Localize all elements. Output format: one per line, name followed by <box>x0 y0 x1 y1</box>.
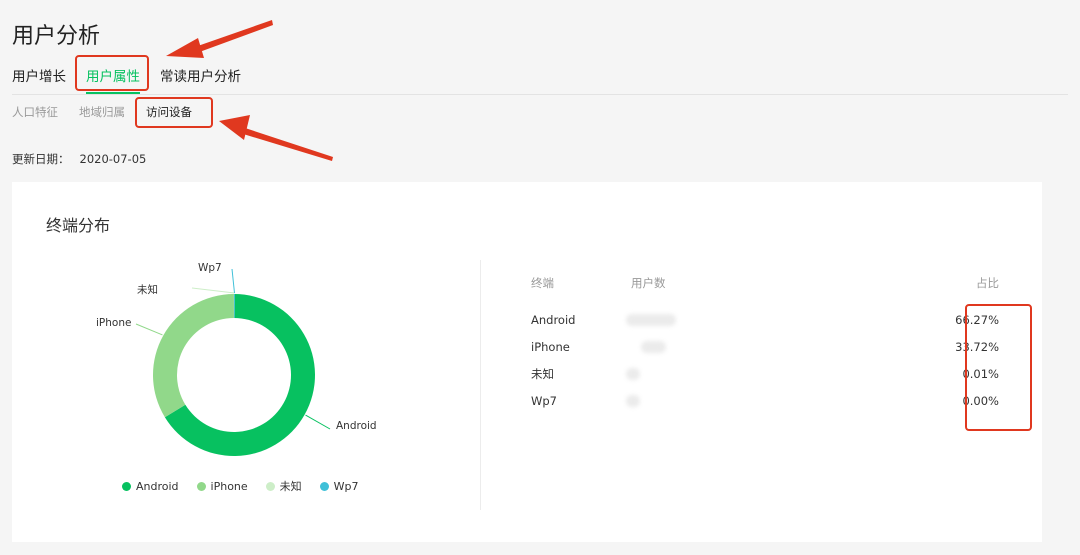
update-date-row: 更新日期： 2020-07-05 <box>12 151 146 167</box>
legend-item-unknown[interactable]: 未知 <box>265 478 302 494</box>
legend-item-android[interactable]: Android <box>122 480 179 493</box>
callout-label-iphone: iPhone <box>96 317 131 329</box>
card-divider <box>480 260 481 510</box>
annotation-arrow-1 <box>166 20 273 58</box>
callout-line-unknown <box>191 287 235 294</box>
legend-dot-iphone <box>196 481 206 491</box>
annotation-box-attributes <box>75 55 149 91</box>
update-date-value: 2020-07-05 <box>79 152 147 166</box>
header-terminal: 终端 <box>531 276 554 290</box>
callout-label-wp7: Wp7 <box>198 262 222 274</box>
legend-item-iphone[interactable]: iPhone <box>196 479 248 493</box>
legend-dot-android <box>122 481 131 491</box>
table-row: iPhone 33.72% <box>531 337 1021 357</box>
terminal-distribution-card: 终端分布 Android iPhone 未知 Wp7 Android iPhone 未… <box>12 182 1042 542</box>
header-share: 占比 <box>976 276 999 290</box>
tabs-divider <box>12 94 1068 95</box>
row-terminal: Wp7 <box>531 394 557 408</box>
row-terminal: iPhone <box>531 340 570 354</box>
row-users-redacted <box>626 314 676 326</box>
row-terminal: Android <box>531 313 576 327</box>
row-users-redacted <box>641 341 666 353</box>
header-users: 用户数 <box>631 276 666 290</box>
legend-dot-unknown <box>265 481 275 491</box>
legend-label-unknown: 未知 <box>279 480 302 493</box>
legend-dot-wp7 <box>319 481 329 491</box>
legend-label-wp7: Wp7 <box>333 479 359 493</box>
tab-frequent-readers[interactable]: 常读用户分析 <box>160 66 241 88</box>
row-terminal: 未知 <box>531 367 554 381</box>
legend-label-iphone: iPhone <box>210 479 248 493</box>
callout-label-unknown: 未知 <box>137 283 158 296</box>
callout-label-android: Android <box>336 420 377 432</box>
table-row: Wp7 0.00% <box>531 391 1021 411</box>
annotation-arrow-2 <box>219 115 333 161</box>
callout-line-android <box>305 414 331 430</box>
donut-callouts: Android iPhone 未知 Wp7 <box>96 262 377 432</box>
tab-user-growth[interactable]: 用户增长 <box>12 66 66 88</box>
subtab-region[interactable]: 地域归属 <box>79 103 125 121</box>
donut-chart: Android iPhone 未知 Wp7 <box>96 262 377 456</box>
chart-legend: Android iPhone 未知 Wp7 <box>122 478 377 494</box>
annotation-box-share-column <box>965 304 1032 431</box>
row-users-redacted <box>626 368 640 380</box>
row-users-redacted <box>626 395 640 407</box>
annotation-box-devices <box>135 97 213 128</box>
subtab-demographics[interactable]: 人口特征 <box>12 103 58 121</box>
donut-slices <box>152 294 315 456</box>
legend-label-android: Android <box>136 479 179 493</box>
table-row: 未知 0.01% <box>531 364 1021 384</box>
callout-line-iphone <box>135 323 163 336</box>
donut-slice-iphone <box>152 294 234 418</box>
update-date-label: 更新日期： <box>12 152 70 166</box>
callout-line-wp7 <box>231 268 235 294</box>
table-row: Android 66.27% <box>531 310 1021 330</box>
page-title: 用户分析 <box>12 24 101 49</box>
legend-item-wp7[interactable]: Wp7 <box>319 479 359 493</box>
